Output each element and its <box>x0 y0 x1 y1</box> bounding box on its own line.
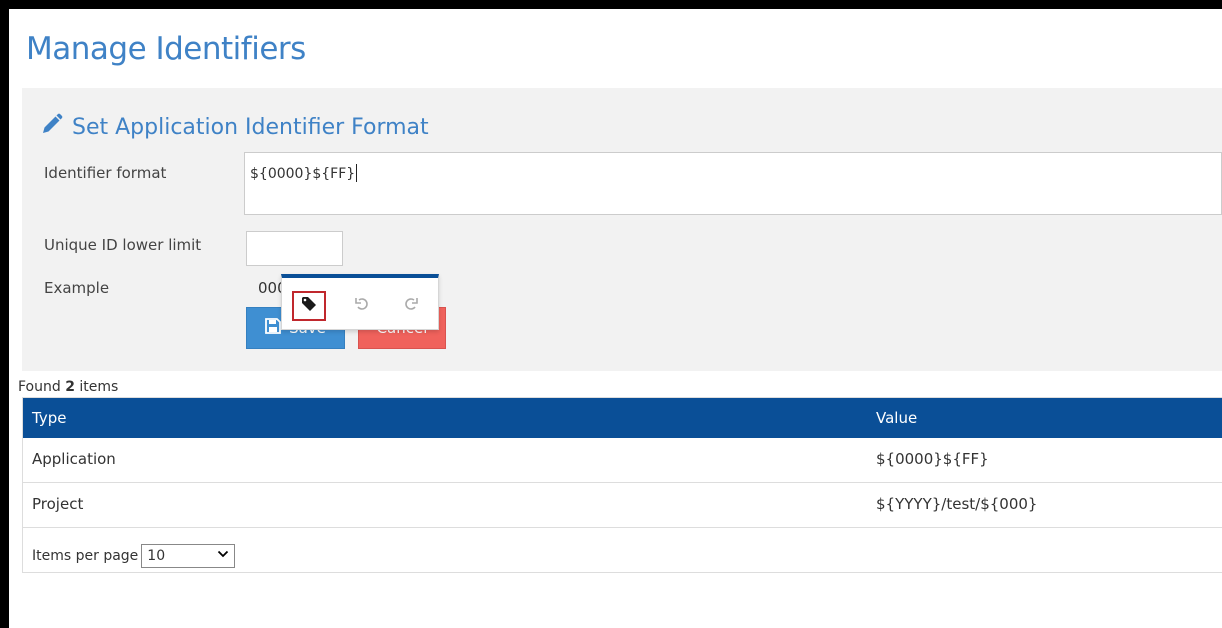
type-cell: Project <box>32 495 84 513</box>
app-frame: Manage Identifiers Set Application Ident… <box>9 9 1222 628</box>
panel-title: Set Application Identifier Format <box>40 112 429 142</box>
items-per-page-label: Items per page <box>32 548 139 564</box>
table-header: Type Value <box>23 398 1222 438</box>
identifier-format-input[interactable]: ${0000}${FF} <box>244 152 1222 215</box>
items-per-page-value: 10 <box>147 548 166 564</box>
undo-button[interactable] <box>345 291 379 321</box>
table-row[interactable]: Project ${YYYY}/test/${000} <box>23 483 1222 528</box>
text-caret <box>356 164 358 182</box>
insert-tag-button[interactable] <box>292 291 326 321</box>
lower-limit-label: Unique ID lower limit <box>44 236 202 254</box>
identifiers-table: Type Value Application ${0000}${FF} Proj… <box>22 397 1222 573</box>
table-row[interactable]: Application ${0000}${FF} <box>23 438 1222 483</box>
identifier-format-value: ${0000}${FF} <box>250 164 358 182</box>
lower-limit-input[interactable] <box>246 231 343 266</box>
value-cell: ${0000}${FF} <box>876 450 989 468</box>
pagination: Items per page 10 <box>32 544 236 568</box>
page-title: Manage Identifiers <box>26 31 306 67</box>
identifier-format-label: Identifier format <box>44 164 167 182</box>
found-count: 2 <box>65 379 75 395</box>
items-per-page-select[interactable]: 10 <box>141 544 236 568</box>
section-title: Set Application Identifier Format <box>72 114 429 140</box>
editor-toolbar-popup <box>281 274 439 330</box>
value-cell: ${YYYY}/test/${000} <box>876 495 1038 513</box>
tag-icon <box>301 296 317 316</box>
column-header-value[interactable]: Value <box>876 409 917 427</box>
column-header-type[interactable]: Type <box>32 409 66 427</box>
redo-button[interactable] <box>394 291 428 321</box>
example-label: Example <box>44 279 110 297</box>
identifier-format-panel: Set Application Identifier Format Identi… <box>22 88 1222 371</box>
pencil-icon <box>40 112 64 142</box>
chevron-down-icon <box>217 548 229 564</box>
type-cell: Application <box>32 450 116 468</box>
found-items-text: Found 2 items <box>18 379 119 395</box>
floppy-disk-icon <box>265 318 281 338</box>
redo-icon <box>403 296 419 316</box>
undo-icon <box>354 296 370 316</box>
